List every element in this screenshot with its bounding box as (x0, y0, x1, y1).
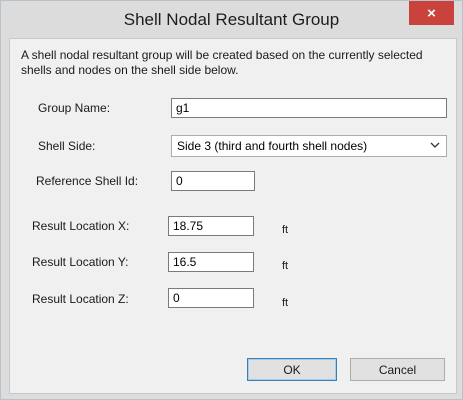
dialog-body: A shell nodal resultant group will be cr… (9, 38, 457, 394)
result-location-z-label: Result Location Z: (32, 292, 129, 306)
group-name-label: Group Name: (38, 101, 111, 115)
result-location-y-unit: ft (282, 260, 289, 272)
result-location-x-label: Result Location X: (32, 219, 130, 233)
shell-side-dropdown[interactable]: Side 3 (third and fourth shell nodes) (171, 135, 447, 157)
close-icon: × (427, 4, 436, 22)
close-button[interactable]: × (409, 1, 454, 25)
result-location-y-label: Result Location Y: (32, 255, 129, 269)
result-location-z-input[interactable]: 0 (168, 288, 254, 308)
reference-shell-id-input[interactable]: 0 (171, 171, 255, 191)
chevron-down-icon (430, 142, 440, 148)
ok-button[interactable]: OK (247, 358, 337, 381)
cancel-button[interactable]: Cancel (350, 358, 445, 381)
shell-side-label: Shell Side: (38, 139, 96, 153)
title-bar: Shell Nodal Resultant Group × (1, 1, 462, 38)
description-text: A shell nodal resultant group will be cr… (21, 48, 423, 77)
shell-side-selected: Side 3 (third and fourth shell nodes) (177, 139, 368, 153)
dialog-title: Shell Nodal Resultant Group (123, 10, 340, 29)
result-location-x-input[interactable]: 18.75 (168, 216, 254, 236)
result-location-x-unit: ft (282, 224, 289, 236)
result-location-z-unit: ft (282, 297, 289, 309)
group-name-input[interactable]: g1 (171, 98, 447, 118)
result-location-y-input[interactable]: 16.5 (168, 252, 254, 272)
reference-shell-id-label: Reference Shell Id: (36, 174, 139, 188)
dialog-window: Shell Nodal Resultant Group × A shell no… (0, 0, 463, 400)
